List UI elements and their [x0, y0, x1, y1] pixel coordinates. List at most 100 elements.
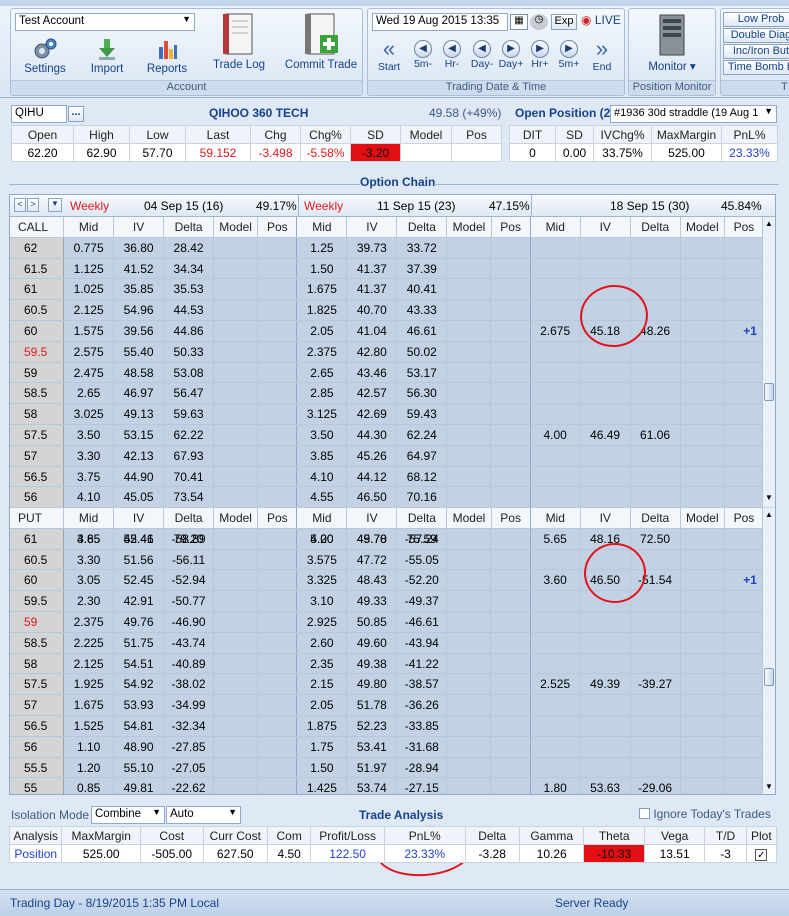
chain-row[interactable]: 58.5 2.225 51.75 -43.74 2.60 49.60 -43.94 [10, 632, 764, 654]
end-icon: » [595, 36, 609, 61]
exp-button[interactable]: Exp [551, 14, 577, 30]
exp1-pct: 49.17% [256, 199, 297, 213]
chain-row[interactable]: 56.5 1.525 54.81 -32.34 1.875 52.23 -33.85 [10, 715, 764, 737]
pos-cell [725, 653, 764, 674]
ignore-todays-trades[interactable]: Ignore Today's Trades [639, 807, 771, 821]
chain-row[interactable]: 55.5 1.20 55.10 -27.05 1.50 51.97 -28.94 [10, 757, 764, 779]
symbol-input[interactable]: QIHU [11, 105, 67, 123]
import-button[interactable]: Import [81, 37, 133, 75]
scroll-down-icon[interactable]: ▼ [765, 782, 773, 791]
chain-row[interactable]: 58 3.025 49.13 59.63 3.125 42.69 59.43 [10, 404, 764, 425]
chain-row[interactable]: 59.5 2.575 55.40 50.33 2.375 42.80 50.02 [10, 341, 764, 363]
chain-cell: -41.22 [397, 653, 448, 674]
calls-scroll-thumb[interactable] [764, 383, 774, 401]
model-cell [447, 757, 492, 778]
chain-cell [531, 279, 581, 300]
chain-cell: 49.38 [347, 653, 398, 674]
chain-row[interactable]: 56 1.10 48.90 -27.85 1.75 53.41 -31.68 [10, 736, 764, 758]
position-select[interactable]: #1936 30d straddle (19 Aug 1 ▼ [610, 105, 777, 123]
live-button[interactable]: ◉ LIVE [581, 13, 621, 27]
chain-row[interactable]: 59 2.475 48.58 53.08 2.65 43.46 53.17 [10, 362, 764, 384]
ribbon: Test Account ▼ Settings Import Reports Tr… [0, 0, 789, 98]
settings-button[interactable]: Settings [19, 37, 71, 75]
isolation-mode-select[interactable]: Combine ▼ [91, 806, 165, 824]
server-icon [659, 14, 685, 56]
strategy-time-bomb[interactable]: Time Bomb B [723, 60, 789, 75]
pos-cell [258, 715, 298, 736]
chain-cell [531, 466, 581, 487]
strategy-double-diag[interactable]: Double Diag [723, 28, 789, 43]
account-select[interactable]: Test Account ▼ [15, 13, 195, 31]
chain-cell: 3.125 [297, 404, 348, 424]
start-button[interactable]: «Start [371, 37, 407, 74]
strike-cell: 62 [10, 237, 65, 258]
model-cell [447, 591, 492, 611]
model-cell [214, 279, 259, 300]
model-cell [214, 591, 259, 611]
auto-select[interactable]: Auto ▼ [166, 806, 241, 824]
scroll-up-icon[interactable]: ▲ [765, 510, 773, 519]
pos-cell [491, 341, 531, 362]
plus-5m-button[interactable]: ▶ 5m+ [551, 40, 587, 70]
strategy-inc-iron-butterfly[interactable]: Inc/Iron But [723, 44, 789, 59]
model-cell [214, 757, 259, 778]
prev-expiry-button[interactable]: < [14, 198, 26, 212]
scroll-up-icon[interactable]: ▲ [765, 219, 773, 228]
chain-row[interactable]: 57 1.675 53.93 -34.99 2.05 51.78 -36.26 [10, 695, 764, 716]
next-expiry-button[interactable]: > [27, 198, 39, 212]
puts-scrollbar[interactable]: ▲ ▼ [762, 508, 775, 794]
chain-row[interactable]: 60.5 2.125 54.96 44.53 1.825 40.70 43.33 [10, 300, 764, 321]
chain-row[interactable]: 56 4.10 45.05 73.54 4.55 46.50 70.16 [10, 487, 764, 509]
chain-row[interactable]: 57.5 1.925 54.92 -38.02 2.15 49.80 -38.57 2.525… [10, 674, 764, 696]
calendar-icon[interactable]: ▦ [510, 14, 528, 30]
ribbon-tabs-strip [0, 0, 789, 6]
chain-row[interactable]: 56.5 3.75 44.90 70.41 4.10 44.12 68.12 [10, 466, 764, 488]
chain-row[interactable]: 59 2.375 49.76 -46.90 2.925 50.85 -46.61 [10, 611, 764, 633]
forward-icon: ▶ [502, 40, 520, 58]
reports-button[interactable]: Reports [141, 37, 193, 75]
end-button[interactable]: » End [584, 36, 620, 74]
chain-row[interactable]: 58 2.125 54.51 -40.89 2.35 49.38 -41.22 [10, 653, 764, 675]
commit-trade-button[interactable]: Commit Trade [281, 11, 361, 71]
chain-row[interactable]: 58.5 2.65 46.97 56.47 2.85 42.57 56.30 [10, 383, 764, 405]
chain-cell: -52.20 [397, 570, 448, 591]
model-cell [681, 591, 725, 611]
analysis-value: -10.33 [583, 844, 645, 863]
chain-row[interactable]: 59.5 2.30 42.91 -50.77 3.10 49.33 -49.37 [10, 591, 764, 612]
puts-scroll-thumb[interactable] [764, 668, 774, 686]
chain-cell: 2.575 [64, 341, 115, 362]
chain-row[interactable]: 60 1.575 39.56 44.86 2.05 41.04 46.61 2.675 45.1… [10, 320, 764, 342]
analysis-header: Cost [140, 826, 204, 845]
pos-cell [725, 757, 764, 778]
clock-icon[interactable]: ◷ [530, 14, 548, 30]
column-header: Mid [64, 217, 115, 237]
chain-row[interactable]: 55 0.85 49.81 -22.62 1.425 53.74 -27.15 1.80 53.… [10, 778, 764, 794]
chain-cell [581, 695, 631, 715]
symbol-lookup-button[interactable]: ... [68, 106, 84, 122]
chain-row[interactable]: 57.5 3.50 53.15 62.22 3.50 44.30 62.24 4.00 46.4… [10, 424, 764, 446]
chain-row[interactable]: 60 3.05 52.45 -52.94 3.325 48.43 -52.20 3.60 46.… [10, 570, 764, 592]
monitor-button[interactable]: Monitor ▾ [633, 13, 711, 73]
chain-row[interactable]: 60.5 3.30 51.56 -56.11 3.575 47.72 -55.05 [10, 549, 764, 571]
pos-cell [258, 653, 298, 674]
chain-row[interactable]: 61 3.65 52.41 -58.89 4.00 49.78 -57.24 [10, 528, 764, 550]
chain-row[interactable]: 61.5 1.125 41.52 34.34 1.50 41.37 37.39 [10, 258, 764, 280]
checkbox[interactable] [639, 808, 650, 819]
expiry-dropdown-button[interactable]: ▼ [48, 198, 62, 212]
chain-cell: 59.63 [164, 404, 215, 424]
column-header: Pos [258, 217, 298, 237]
plot-checkbox[interactable]: ✓ [745, 844, 778, 863]
date-time-field[interactable]: Wed 19 Aug 2015 13:35 [372, 13, 508, 31]
chain-row[interactable]: 62 0.775 36.80 28.42 1.25 39.73 33.72 [10, 237, 764, 259]
chain-cell: 50.85 [347, 611, 398, 632]
divider [9, 184, 360, 185]
analysis-header: Gamma [518, 826, 585, 845]
chain-cell: 43.46 [347, 362, 398, 383]
chain-row[interactable]: 61 1.025 35.85 35.53 1.675 41.37 40.41 [10, 279, 764, 301]
calls-scrollbar[interactable]: ▲ ▼ [762, 217, 775, 507]
trade-log-button[interactable]: Trade Log [209, 11, 269, 71]
strategy-low-prob[interactable]: Low Prob [723, 12, 789, 27]
chain-cell: 46.49 [581, 424, 631, 445]
chain-row[interactable]: 57 3.30 42.13 67.93 3.85 45.26 64.97 [10, 445, 764, 467]
scroll-down-icon[interactable]: ▼ [765, 493, 773, 502]
